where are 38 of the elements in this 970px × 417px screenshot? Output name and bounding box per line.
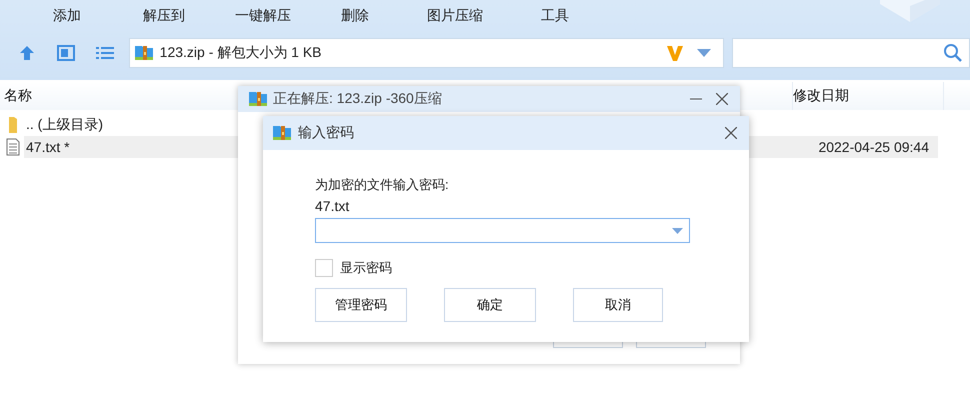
close-icon[interactable] (725, 127, 737, 139)
column-header[interactable]: 名称 (4, 87, 32, 105)
dropdown-caret-icon[interactable] (697, 49, 712, 57)
dialog-button[interactable]: 管理密码 (315, 288, 407, 322)
modified-date: 2022-04-25 09:44 (818, 139, 929, 155)
checkbox[interactable] (315, 259, 333, 277)
panel-view-icon[interactable] (56, 45, 75, 61)
cube-logo-icon (880, 0, 940, 24)
archive-icon (134, 43, 154, 63)
address-field[interactable]: 123.zip - 解包大小为 1 KB (128, 38, 724, 68)
dialog-title: 输入密码 (298, 124, 355, 142)
toolbar-menu-item[interactable]: 工具 (541, 7, 569, 25)
dialog-button[interactable]: 确定 (444, 288, 536, 322)
search-icon[interactable] (943, 43, 963, 63)
list-view-icon[interactable] (96, 46, 114, 60)
toolbar-menu-item[interactable]: 一键解压 (235, 7, 291, 25)
archive-icon (248, 89, 268, 109)
toolbar-menu-item[interactable]: 添加 (53, 7, 81, 25)
toolbar-menu-item[interactable]: 删除 (341, 7, 369, 25)
text-file-icon (6, 138, 20, 156)
v-logo-icon[interactable] (665, 43, 686, 63)
dialog-button[interactable]: 取消 (573, 288, 663, 322)
archive-icon (272, 123, 292, 143)
password-field[interactable] (315, 218, 690, 243)
column-header[interactable]: 修改日期 (792, 82, 944, 110)
checkbox-label: 显示密码 (340, 259, 392, 277)
window-title: 正在解压: 123.zip -360压缩 (273, 90, 443, 108)
close-icon[interactable] (716, 93, 728, 105)
file-name: 47.txt * (26, 139, 70, 155)
prompt-text: 为加密的文件输入密码: (315, 176, 450, 194)
toolbar-menu-item[interactable]: 解压到 (143, 7, 185, 25)
address-path: 123.zip - 解包大小为 1 KB (160, 44, 322, 62)
toolbar-menu-item[interactable]: 图片压缩 (427, 7, 483, 25)
folder-icon (8, 116, 18, 134)
file-name-label: 47.txt (315, 198, 350, 214)
up-arrow-icon[interactable] (18, 45, 35, 61)
search-field[interactable] (732, 38, 970, 68)
dropdown-caret-icon[interactable] (672, 228, 683, 234)
